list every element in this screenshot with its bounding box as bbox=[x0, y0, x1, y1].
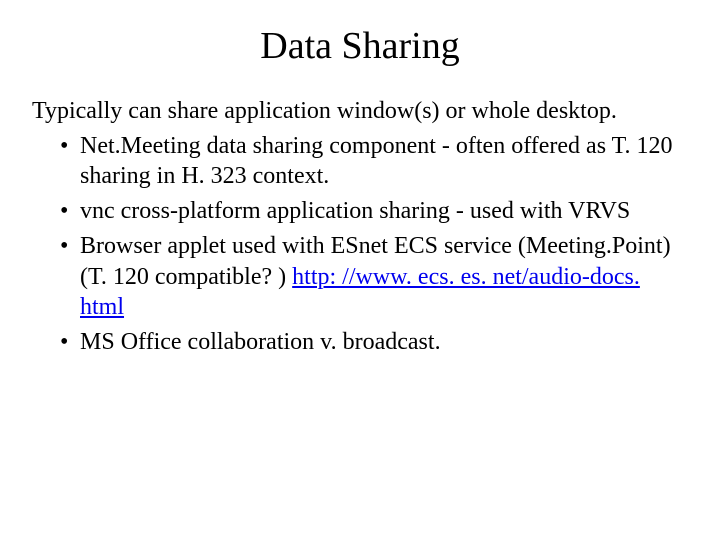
list-item: Net.Meeting data sharing component - oft… bbox=[60, 131, 688, 192]
list-item: Browser applet used with ESnet ECS servi… bbox=[60, 231, 688, 323]
bullet-text: vnc cross-platform application sharing -… bbox=[80, 198, 630, 224]
slide-title: Data Sharing bbox=[32, 24, 688, 68]
slide-body: Typically can share application window(s… bbox=[32, 96, 688, 358]
bullet-list: Net.Meeting data sharing component - oft… bbox=[32, 131, 688, 358]
list-item: vnc cross-platform application sharing -… bbox=[60, 196, 688, 227]
list-item: MS Office collaboration v. broadcast. bbox=[60, 327, 688, 358]
bullet-text: MS Office collaboration v. broadcast. bbox=[80, 329, 441, 355]
bullet-text: Net.Meeting data sharing component - oft… bbox=[80, 133, 673, 190]
intro-text: Typically can share application window(s… bbox=[32, 96, 688, 127]
